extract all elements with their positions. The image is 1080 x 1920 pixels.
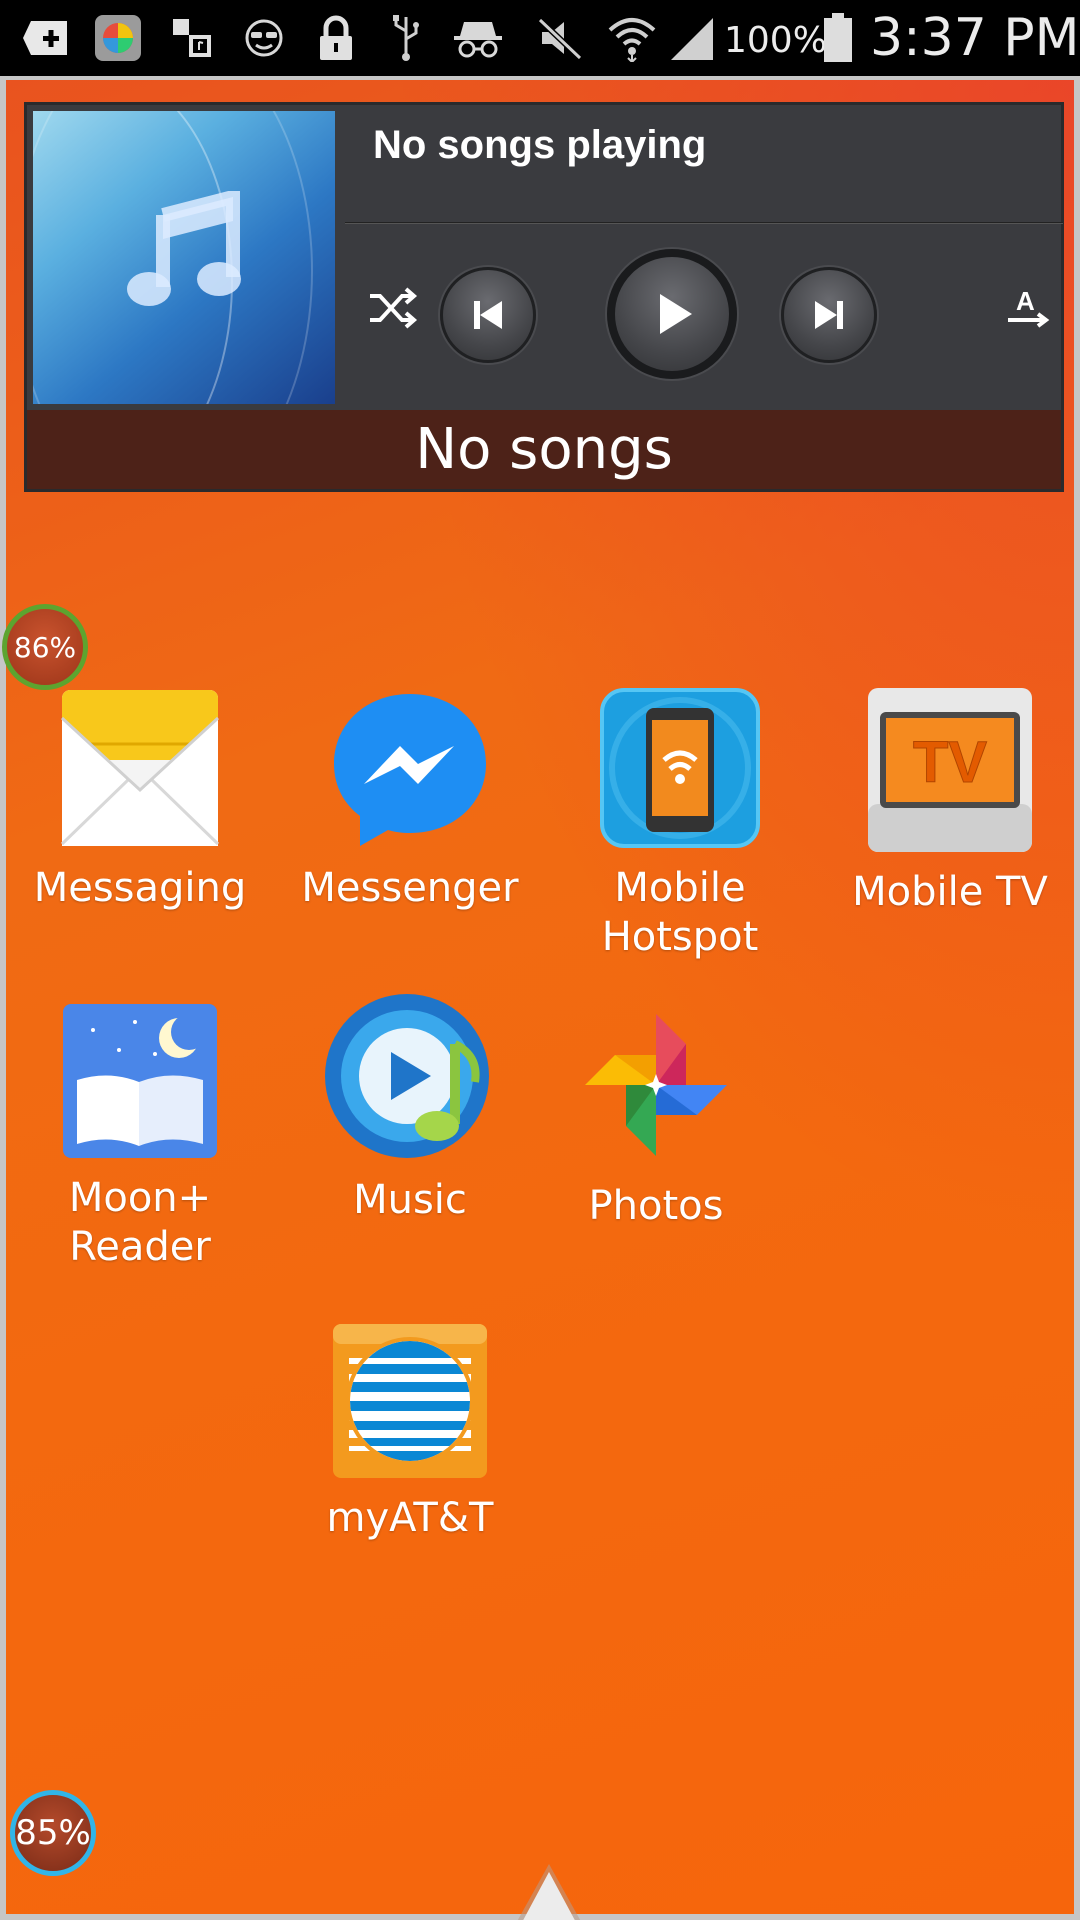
- add-icon: [20, 12, 72, 64]
- shuffle-icon[interactable]: [365, 280, 421, 336]
- photos-icon: [585, 1014, 727, 1156]
- music-note-icon: [127, 191, 241, 306]
- clock: 3:37 PM: [870, 8, 1080, 68]
- signal-icon: [666, 12, 718, 64]
- widget-divider: [345, 222, 1063, 224]
- app-label: Mobile Hotspot: [601, 865, 759, 960]
- app-label: Photos: [588, 1183, 724, 1229]
- face-icon: [238, 12, 290, 64]
- play-icon: [660, 294, 692, 334]
- previous-button[interactable]: [440, 267, 536, 363]
- music-widget: No songs playing A No songs: [24, 102, 1064, 492]
- app-mobile-tv[interactable]: TV Mobile TV: [820, 684, 1080, 917]
- app-grid-icon: [92, 12, 144, 64]
- app-myatt[interactable]: myAT&T: [280, 1320, 540, 1543]
- usb-icon: [380, 12, 432, 64]
- mobile-tv-icon: TV: [868, 688, 1032, 852]
- mobile-hotspot-icon: [600, 688, 760, 848]
- mute-icon: [534, 12, 586, 64]
- play-button[interactable]: [607, 249, 737, 379]
- moon-reader-icon: [63, 1004, 217, 1158]
- app-label: Music: [353, 1177, 467, 1223]
- memory-usage-badge[interactable]: 86%: [2, 604, 88, 690]
- app-photos[interactable]: Photos: [526, 1000, 786, 1231]
- lock-icon: [310, 12, 362, 64]
- app-moon-reader[interactable]: Moon+ Reader: [10, 1000, 270, 1272]
- app-label: Moon+ Reader: [68, 1175, 212, 1270]
- att-icon: [333, 1324, 487, 1478]
- lyrics-icon[interactable]: A: [1000, 280, 1056, 336]
- incognito-icon: [452, 12, 504, 64]
- wifi-icon: [606, 12, 658, 64]
- messaging-icon: [60, 690, 220, 846]
- home-screen: No songs playing A No songs Messaging Me…: [0, 76, 1080, 1920]
- messenger-icon: [334, 694, 486, 846]
- media-notification-icon: [166, 12, 218, 64]
- mobile-tv-icon-text: TV: [913, 730, 987, 795]
- song-status-bar[interactable]: No songs: [27, 410, 1061, 489]
- app-music[interactable]: Music: [280, 990, 540, 1225]
- app-drawer-button[interactable]: [474, 1858, 624, 1920]
- next-button[interactable]: [781, 267, 877, 363]
- next-icon: [815, 301, 843, 329]
- up-arrow-icon: [517, 1864, 581, 1920]
- app-messenger[interactable]: Messenger: [280, 684, 540, 913]
- now-playing-title: No songs playing: [373, 123, 707, 167]
- album-art[interactable]: [33, 111, 335, 404]
- battery-icon: [812, 12, 864, 64]
- app-label: Messaging: [33, 865, 247, 911]
- music-icon: [325, 994, 489, 1158]
- svg-text:A: A: [1016, 286, 1035, 316]
- status-bar: 100% 3:37 PM: [0, 0, 1080, 76]
- app-label: myAT&T: [326, 1495, 494, 1541]
- app-messaging[interactable]: Messaging: [10, 684, 270, 913]
- storage-usage-badge[interactable]: 85%: [10, 1790, 96, 1876]
- app-label: Messenger: [301, 865, 519, 911]
- app-mobile-hotspot[interactable]: Mobile Hotspot: [550, 684, 810, 962]
- app-label: Mobile TV: [852, 869, 1048, 915]
- playback-controls: A: [345, 225, 1063, 405]
- previous-icon: [474, 301, 502, 329]
